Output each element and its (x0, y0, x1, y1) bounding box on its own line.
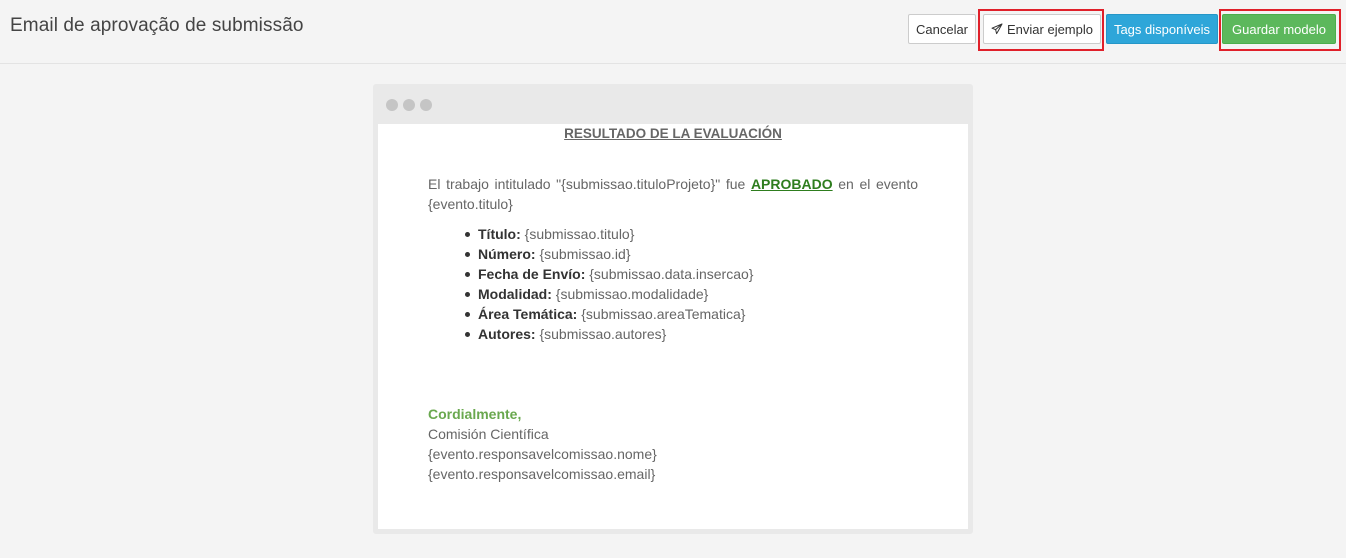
intro-text-before: El trabajo intitulado "{submissao.titulo… (428, 176, 751, 192)
paper-plane-icon (991, 23, 1003, 35)
window-dot-icon (420, 99, 432, 111)
window-controls (386, 99, 432, 111)
detail-value: {submissao.id} (535, 246, 631, 262)
approved-status: APROBADO (750, 176, 833, 192)
cancel-button[interactable]: Cancelar (908, 14, 976, 44)
detail-value: {submissao.titulo} (520, 226, 635, 242)
email-signoff: Cordialmente, Comisión Científica {event… (428, 404, 918, 484)
available-tags-button[interactable]: Tags disponíveis (1106, 14, 1218, 44)
page-title: Email de aprovação de submissão (10, 15, 304, 36)
email-intro: El trabajo intitulado "{submissao.titulo… (428, 174, 918, 214)
detail-label: Número: (478, 246, 536, 262)
detail-label: Modalidad: (478, 286, 552, 302)
window-dot-icon (386, 99, 398, 111)
detail-item-date: Fecha de Envío: {submissao.data.insercao… (465, 264, 918, 284)
send-example-button[interactable]: Enviar ejemplo (983, 14, 1101, 44)
detail-label: Área Temática: (478, 306, 578, 322)
save-template-button[interactable]: Guardar modelo (1222, 14, 1336, 44)
detail-item-modality: Modalidad: {submissao.modalidade} (465, 284, 918, 304)
window-dot-icon (403, 99, 415, 111)
send-example-button-label: Enviar ejemplo (1007, 21, 1093, 37)
detail-item-number: Número: {submissao.id} (465, 244, 918, 264)
top-bar: Email de aprovação de submissão Cancelar… (0, 0, 1346, 64)
detail-label: Autores: (478, 326, 536, 342)
detail-value: {submissao.areaTematica} (577, 306, 746, 322)
detail-item-authors: Autores: {submissao.autores} (465, 324, 918, 344)
save-template-button-label: Guardar modelo (1232, 21, 1326, 37)
signature-line: Comisión Científica (428, 426, 549, 442)
detail-item-area: Área Temática: {submissao.areaTematica} (465, 304, 918, 324)
detail-label: Título: (478, 226, 521, 242)
greeting: Cordialmente, (428, 406, 522, 422)
detail-item-title: Título: {submissao.titulo} (465, 224, 918, 244)
email-heading: RESULTADO DE LA EVALUACIÓN (564, 126, 782, 141)
cancel-button-label: Cancelar (915, 21, 969, 37)
available-tags-button-label: Tags disponíveis (1113, 21, 1211, 37)
detail-label: Fecha de Envío: (478, 266, 586, 282)
email-preview-window: RESULTADO DE LA EVALUACIÓN El trabajo in… (373, 84, 973, 534)
signature-line: {evento.responsavelcomissao.email} (428, 466, 656, 482)
signature-line: {evento.responsavelcomissao.nome} (428, 446, 657, 462)
email-body-editor[interactable]: RESULTADO DE LA EVALUACIÓN El trabajo in… (378, 124, 968, 529)
detail-value: {submissao.data.insercao} (585, 266, 754, 282)
detail-value: {submissao.modalidade} (551, 286, 709, 302)
submission-details-list: Título: {submissao.titulo} Número: {subm… (465, 224, 918, 344)
detail-value: {submissao.autores} (535, 326, 667, 342)
